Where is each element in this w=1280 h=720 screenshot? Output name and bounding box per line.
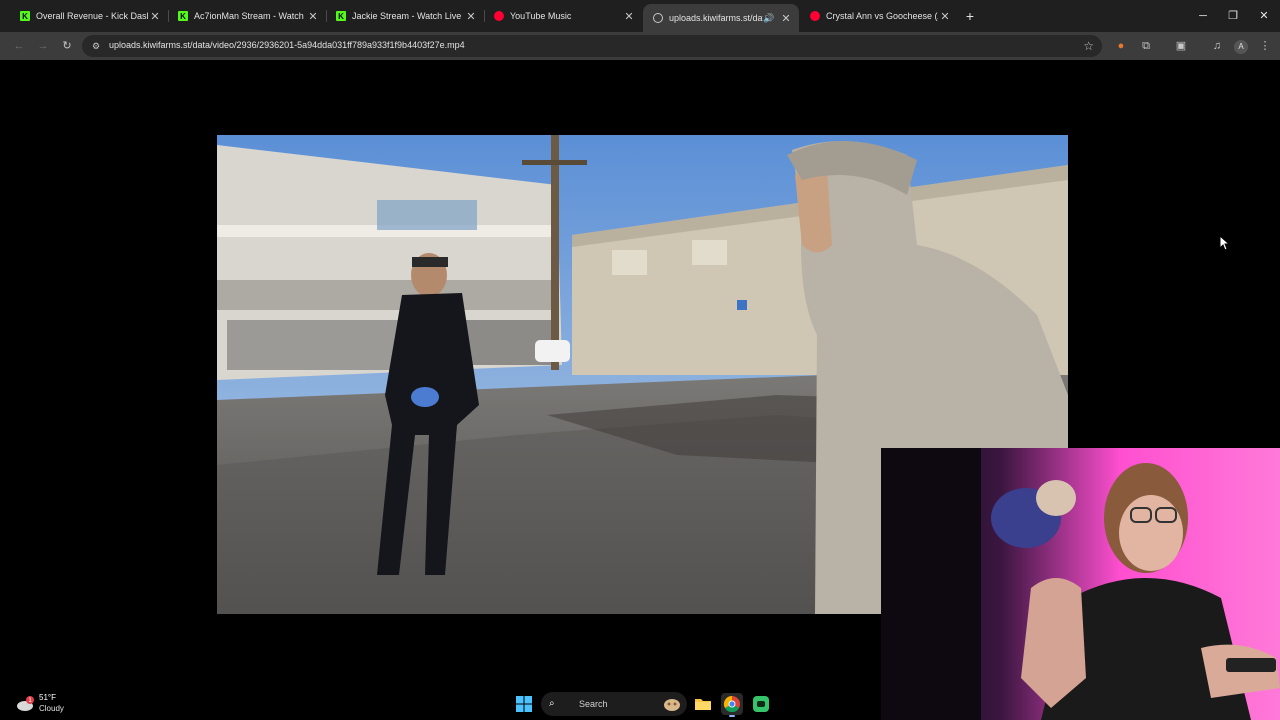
folder-icon (695, 699, 711, 710)
bookmark-star-icon[interactable]: ☆ (1083, 39, 1094, 53)
tab-youtube-music[interactable]: YouTube Music ✕ (484, 4, 642, 28)
kick-icon: K (178, 11, 188, 21)
chrome-icon (723, 695, 740, 713)
taskbar: 1 51°F Cloudy ⌕ Search (0, 688, 881, 720)
tab-title: Jackie Stream - Watch Live on Kick (352, 11, 464, 21)
file-explorer-icon[interactable] (692, 693, 714, 715)
webcam-frame (881, 448, 1280, 720)
search-highlight-icon[interactable] (663, 696, 681, 712)
close-window-button[interactable]: ✕ (1250, 6, 1278, 26)
tab-kiwifarms-video[interactable]: uploads.kiwifarms.st/data/video 🔊 ✕ (643, 4, 799, 32)
kick-icon: K (20, 11, 30, 21)
youtube-icon (810, 11, 820, 21)
taskbar-search-input[interactable]: ⌕ Search (541, 692, 687, 716)
weather-temperature[interactable]: 51°F (39, 693, 56, 702)
reload-button[interactable]: ↻ (57, 36, 77, 56)
url-text[interactable]: uploads.kiwifarms.st/data/video/2936/293… (109, 40, 465, 50)
tab-title: Overall Revenue - Kick Dashboard (36, 11, 148, 21)
windows-start-icon[interactable] (515, 695, 533, 713)
close-icon[interactable]: ✕ (622, 9, 636, 23)
close-icon[interactable]: ✕ (306, 9, 320, 23)
svg-text:1: 1 (28, 697, 32, 704)
chrome-taskbar-icon[interactable] (721, 693, 743, 717)
close-icon[interactable]: ✕ (148, 9, 162, 23)
kick-icon: K (336, 11, 346, 21)
tab-kick-dashboard[interactable]: K Overall Revenue - Kick Dashboard ✕ (10, 4, 168, 28)
globe-icon (653, 13, 663, 23)
new-tab-button[interactable]: + (962, 8, 978, 24)
webcam-overlay (881, 448, 1280, 720)
tab-title: uploads.kiwifarms.st/data/video (669, 13, 763, 23)
media-controls-icon[interactable]: ♫ (1207, 36, 1227, 56)
tab-jackie-stream[interactable]: K Jackie Stream - Watch Live on Kick ✕ (326, 4, 484, 28)
profile-avatar[interactable]: A (1231, 36, 1251, 56)
search-placeholder: Search (579, 699, 608, 709)
tab-title: Ac7ionMan Stream - Watch Live on Kick (194, 11, 306, 21)
menu-icon[interactable]: ⋮ (1255, 36, 1275, 56)
restore-button[interactable]: ❐ (1219, 6, 1247, 26)
browser-tab-strip: K Overall Revenue - Kick Dashboard ✕ K A… (0, 0, 1280, 32)
browser-toolbar: ← → ↻ ⚙ uploads.kiwifarms.st/data/video/… (0, 32, 1280, 60)
tab-crystal-ann-video[interactable]: Crystal Ann vs Goocheese (AFTERMATH) ✕ (800, 4, 958, 28)
close-icon[interactable]: ✕ (938, 9, 952, 23)
cloudy-weather-icon[interactable]: 1 (16, 694, 36, 712)
address-bar[interactable]: ⚙ uploads.kiwifarms.st/data/video/2936/2… (82, 35, 1102, 57)
profile-initial: A (1234, 40, 1248, 54)
close-icon[interactable]: ✕ (464, 9, 478, 23)
tab-title: YouTube Music (510, 11, 572, 21)
mouse-cursor-icon (1219, 235, 1231, 251)
back-button[interactable]: ← (9, 36, 29, 56)
search-icon: ⌕ (549, 698, 555, 709)
speaker-icon[interactable]: 🔊 (763, 13, 775, 24)
tab-ac7ionman-stream[interactable]: K Ac7ionMan Stream - Watch Live on Kick … (168, 4, 326, 28)
site-info-icon[interactable]: ⚙ (90, 40, 102, 52)
forward-button[interactable]: → (33, 36, 53, 56)
close-icon[interactable]: ✕ (779, 11, 793, 25)
minimize-button[interactable]: ─ (1189, 6, 1217, 26)
chat-app-icon (753, 696, 769, 712)
youtube-music-icon (494, 11, 504, 21)
tab-title: Crystal Ann vs Goocheese (AFTERMATH) (826, 11, 938, 21)
weather-description[interactable]: Cloudy (39, 704, 64, 713)
side-panel-icon[interactable]: ▣ (1171, 36, 1191, 56)
extensions-puzzle-icon[interactable]: ⧉ (1136, 36, 1156, 56)
discord-taskbar-icon[interactable] (750, 693, 772, 715)
extension-icon[interactable]: ● (1111, 36, 1131, 56)
active-app-indicator (729, 715, 735, 717)
